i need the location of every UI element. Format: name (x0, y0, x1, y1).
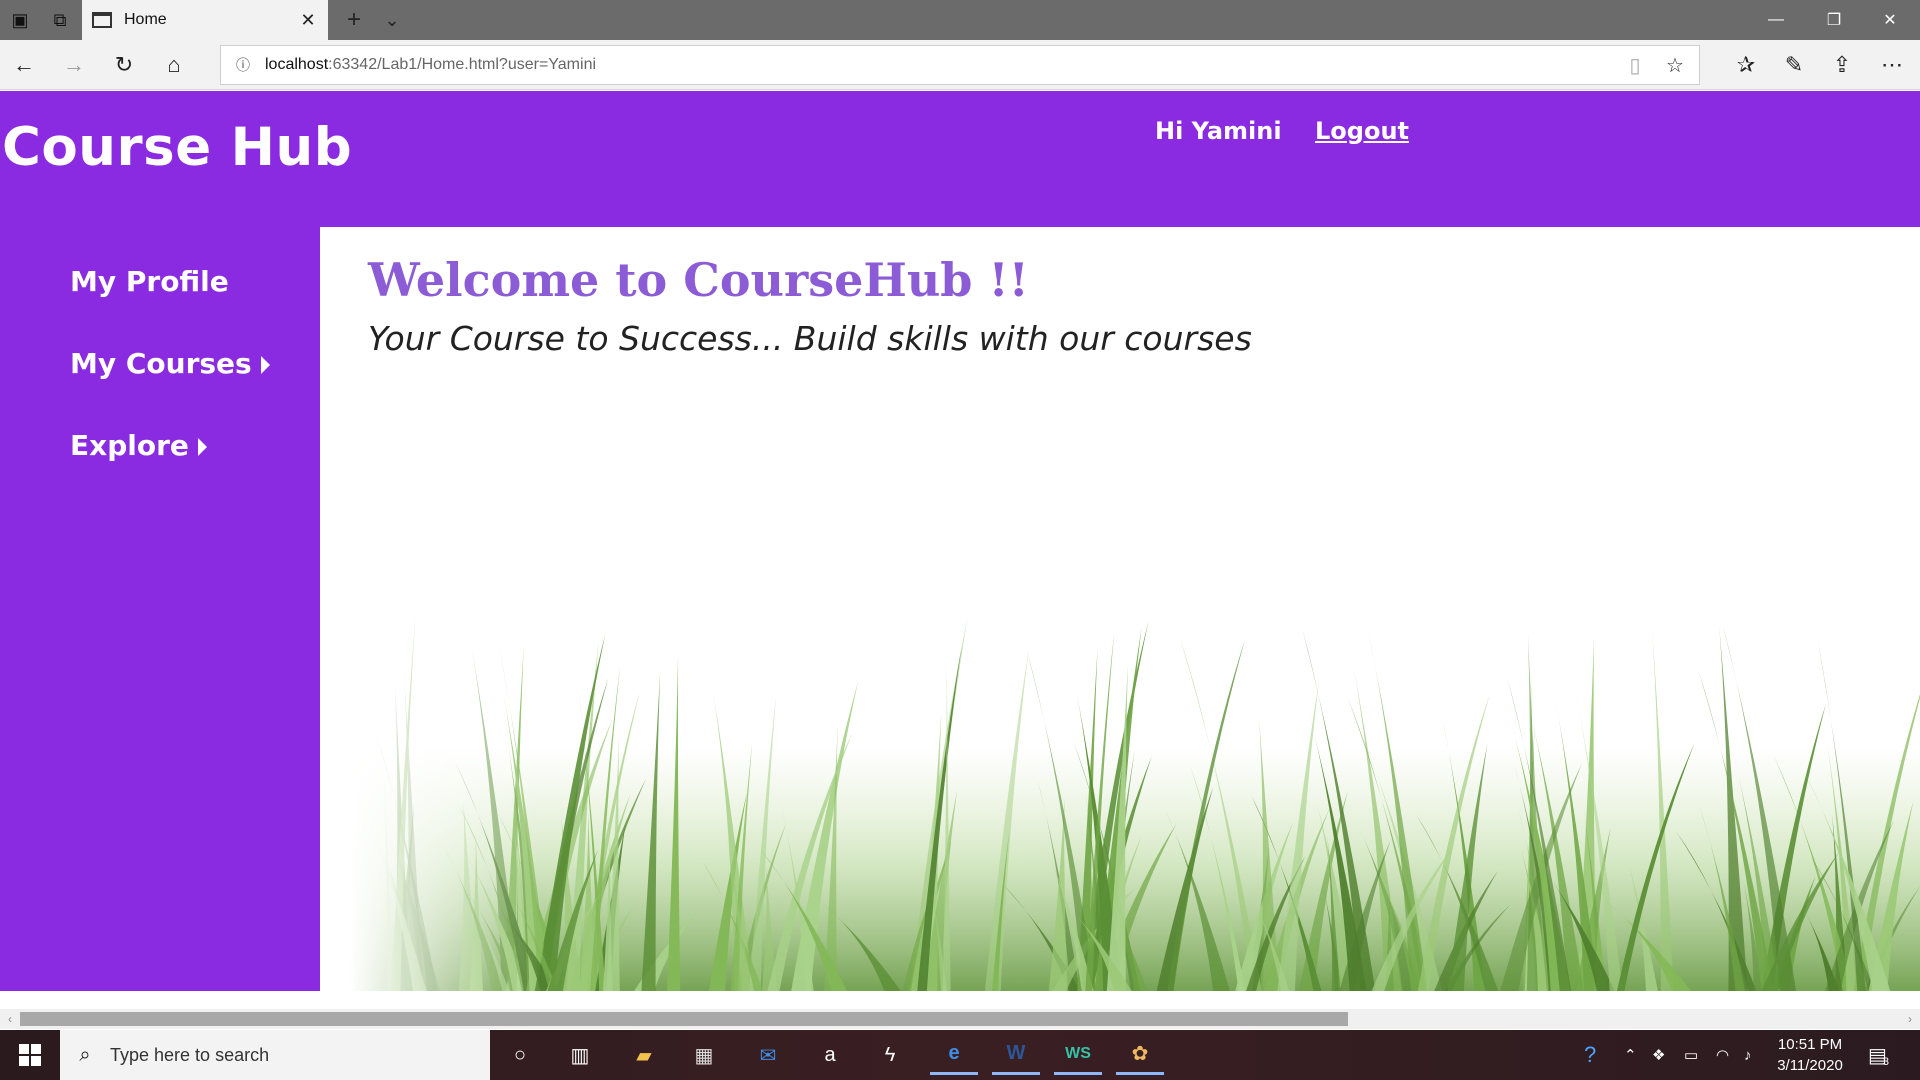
clock-time: 10:51 PM (1777, 1036, 1843, 1053)
back-icon[interactable]: ← (4, 45, 44, 85)
action-center-icon[interactable]: ▤ 3 (1868, 1030, 1889, 1080)
web-page: Course Hub Hi Yamini Logout My Profile M… (0, 91, 1920, 991)
volume-icon[interactable]: ♪ (1744, 1030, 1752, 1080)
sidebar-item-label: Explore (70, 429, 189, 462)
cortana-icon[interactable]: ○ (496, 1035, 544, 1075)
app-s-icon[interactable]: ϟ (866, 1035, 914, 1075)
edge-icon[interactable]: e (930, 1035, 978, 1075)
url-host: localhost (265, 56, 329, 73)
store-icon[interactable]: ▦ (680, 1035, 728, 1075)
scroll-left-icon[interactable]: ‹ (0, 1009, 20, 1029)
paint-icon[interactable]: ✿ (1116, 1035, 1164, 1075)
help-icon[interactable]: ? (1584, 1030, 1596, 1080)
scrollbar-thumb[interactable] (20, 1012, 1348, 1026)
taskbar-clock[interactable]: 10:51 PM 3/11/2020 (1760, 1034, 1860, 1076)
home-icon[interactable]: ⌂ (154, 45, 194, 85)
sidebar-item-explore[interactable]: Explore (70, 429, 207, 462)
grass-illustration (350, 567, 1920, 991)
notification-count: 3 (1882, 1056, 1890, 1068)
url-path: :63342/Lab1/Home.html?user=Yamini (328, 56, 597, 73)
amazon-icon[interactable]: a (806, 1035, 854, 1075)
favorite-star-icon[interactable]: ☆ (1655, 46, 1695, 84)
set-aside-tabs-icon[interactable]: ▣ (0, 0, 40, 40)
notes-pen-icon[interactable]: ✎ (1774, 45, 1814, 85)
sidebar-item-label: My Courses (70, 347, 252, 380)
refresh-icon[interactable]: ↻ (104, 45, 144, 85)
taskbar-search-box[interactable]: ⌕ Type here to search (60, 1030, 490, 1080)
address-bar[interactable]: ⓘ localhost:63342/Lab1/Home.html?user=Ya… (220, 45, 1700, 85)
site-header: Course Hub Hi Yamini Logout (0, 91, 1920, 227)
tab-list-chevron-icon[interactable]: ⌄ (372, 0, 412, 40)
browser-tab-bar: ▣ ⧉ Home ✕ + ⌄ — ❐ ✕ (0, 0, 1920, 40)
mail-icon[interactable]: ✉ (744, 1035, 792, 1075)
horizontal-scrollbar[interactable]: ‹ › (0, 1009, 1920, 1029)
clock-date: 3/11/2020 (1777, 1057, 1843, 1074)
start-button[interactable] (0, 1030, 60, 1080)
logout-link[interactable]: Logout (1315, 117, 1409, 145)
search-placeholder: Type here to search (110, 1044, 270, 1065)
browser-nav-bar: ← → ↻ ⌂ ⓘ localhost:63342/Lab1/Home.html… (0, 40, 1920, 90)
show-hidden-icons-icon[interactable]: ⌃ (1624, 1030, 1637, 1080)
tagline: Your Course to Success... Build skills w… (368, 319, 1252, 358)
close-tab-icon[interactable]: ✕ (296, 8, 320, 32)
minimize-icon[interactable]: — (1748, 0, 1804, 40)
wifi-icon[interactable]: ◠ (1716, 1030, 1729, 1080)
tabs-aside-icon[interactable]: ⧉ (40, 0, 80, 40)
new-tab-icon[interactable]: + (334, 0, 374, 40)
sidebar-item-my-courses[interactable]: My Courses (70, 347, 270, 380)
main-content: Welcome to CourseHub !! Your Course to S… (320, 227, 1920, 991)
sidebar: My Profile My Courses Explore (0, 227, 320, 991)
forward-icon[interactable]: → (54, 45, 94, 85)
dropbox-icon[interactable]: ❖ (1652, 1030, 1665, 1080)
webstorm-icon[interactable]: WS (1054, 1035, 1102, 1075)
page-icon (92, 12, 112, 28)
search-icon: ⌕ (79, 1043, 91, 1066)
share-icon[interactable]: ⇪ (1822, 45, 1862, 85)
sidebar-item-my-profile[interactable]: My Profile (70, 265, 229, 298)
tab-home[interactable]: Home ✕ (82, 0, 328, 40)
tab-title: Home (124, 11, 167, 28)
word-icon[interactable]: W (992, 1035, 1040, 1075)
restore-icon[interactable]: ❐ (1806, 0, 1862, 40)
sidebar-item-label: My Profile (70, 265, 229, 298)
favorites-hub-icon[interactable]: ✰ (1726, 45, 1766, 85)
site-title: Course Hub (2, 117, 353, 178)
more-icon[interactable]: ⋯ (1872, 45, 1912, 85)
scroll-right-icon[interactable]: › (1900, 1009, 1920, 1029)
task-view-icon[interactable]: ▥ (556, 1035, 604, 1075)
user-greeting: Hi Yamini (1155, 117, 1282, 145)
site-info-icon[interactable]: ⓘ (221, 55, 265, 75)
welcome-heading: Welcome to CourseHub !! (368, 253, 1029, 307)
caret-right-icon (197, 437, 207, 456)
caret-right-icon (260, 355, 270, 374)
file-explorer-icon[interactable]: ▰ (620, 1035, 668, 1075)
taskbar: ⌕ Type here to search ○ ▥ ▰ ▦ ✉ a ϟ e W … (0, 1030, 1920, 1080)
reading-view-icon[interactable]: ▯ (1615, 46, 1655, 84)
battery-icon[interactable]: ▭ (1684, 1030, 1698, 1080)
window-close-icon[interactable]: ✕ (1862, 0, 1918, 40)
windows-logo-icon (19, 1044, 41, 1066)
